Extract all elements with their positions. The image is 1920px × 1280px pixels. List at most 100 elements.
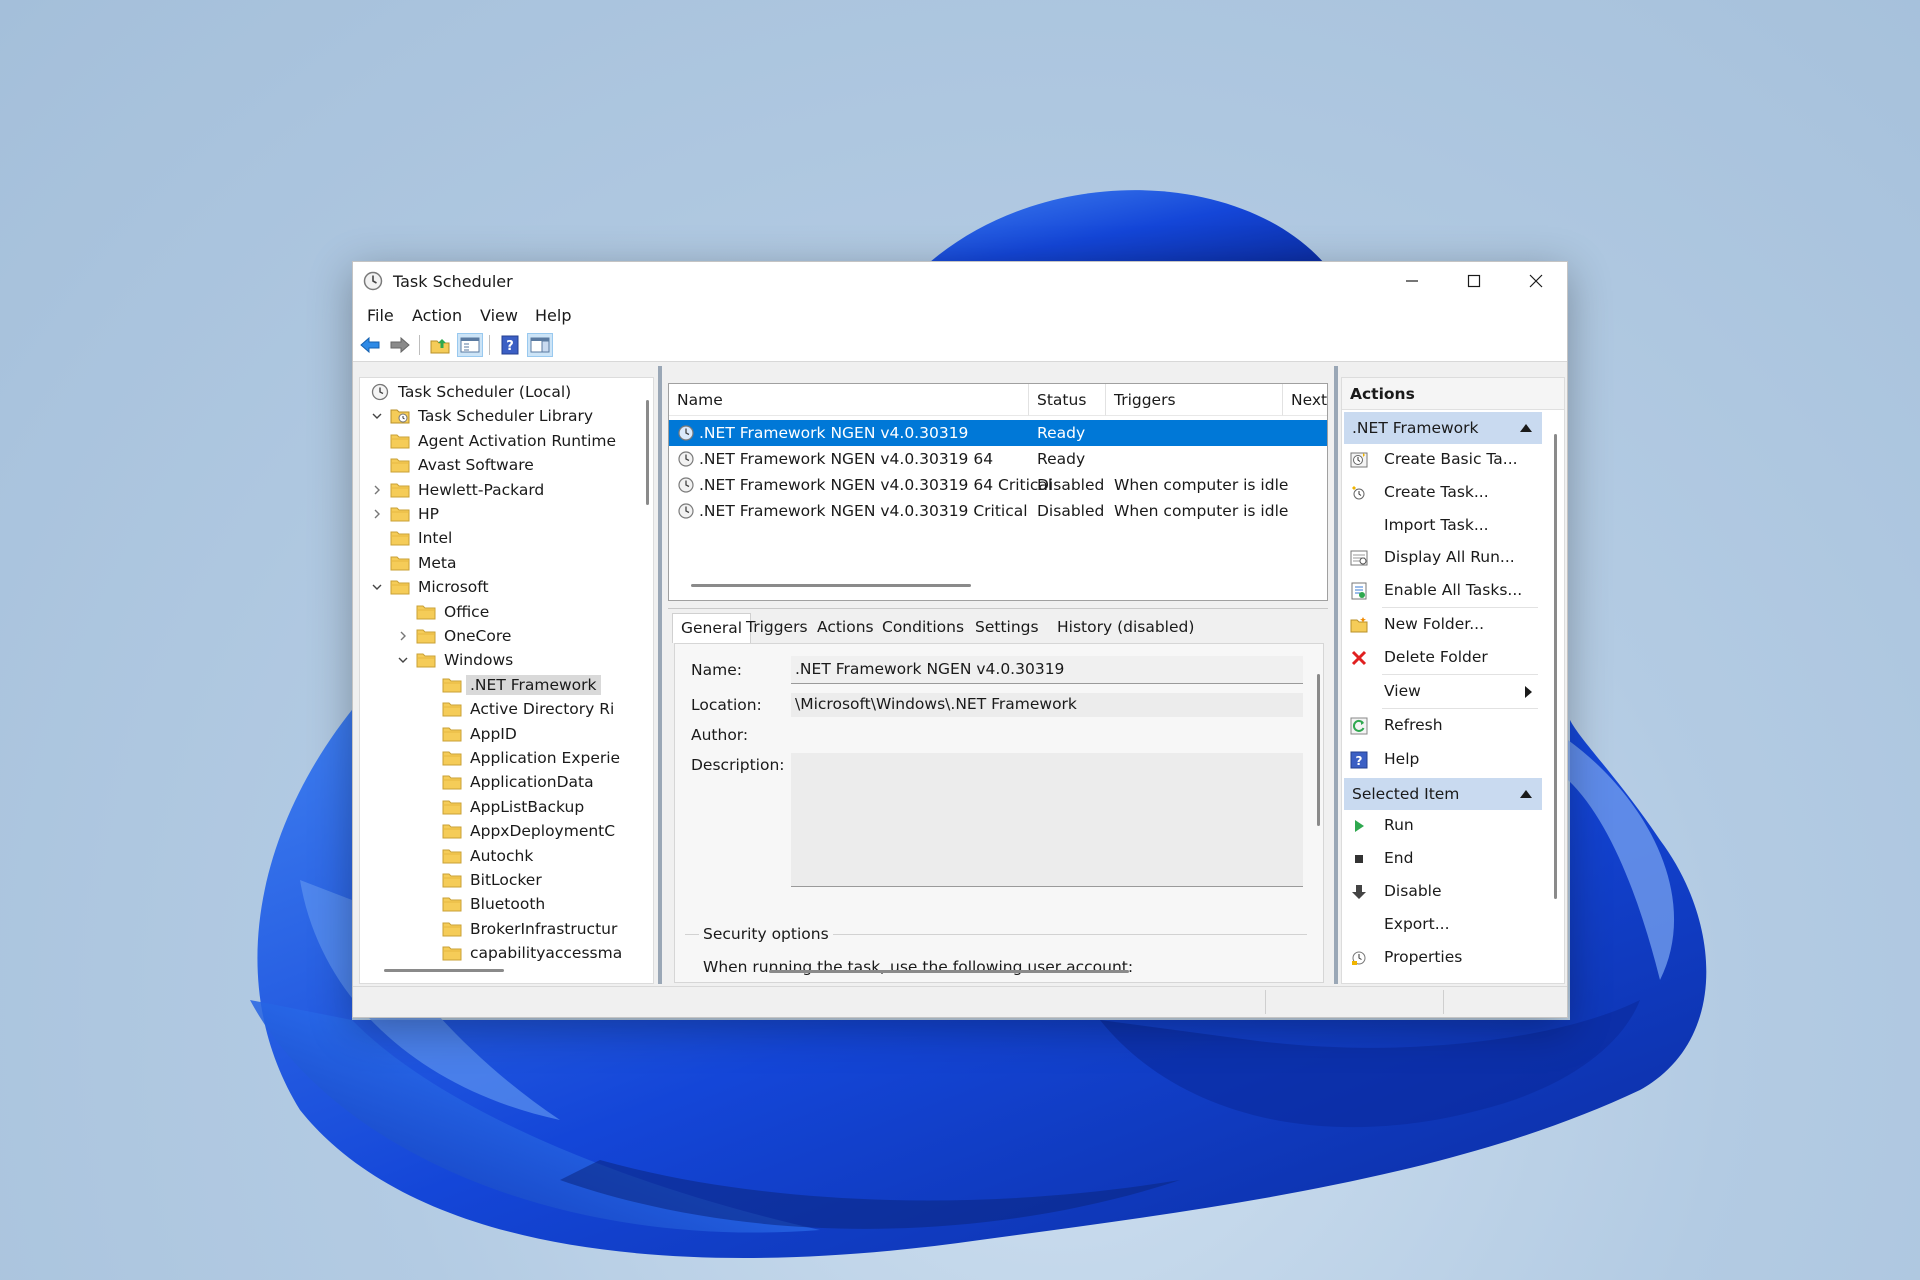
chevron-down-icon[interactable] — [370, 580, 384, 594]
action-refresh[interactable]: Refresh — [1344, 710, 1540, 742]
task-row[interactable]: .NET Framework NGEN v4.0.30319 64 Ready — [669, 446, 1327, 472]
minimize-button[interactable] — [1381, 262, 1443, 300]
column-header-name[interactable]: Name — [669, 384, 1029, 416]
task-clock-icon — [678, 451, 694, 467]
action-run[interactable]: Run — [1344, 810, 1540, 842]
action-export[interactable]: Export... — [1344, 909, 1540, 941]
tree-node[interactable]: Office — [396, 600, 489, 624]
folder-icon — [390, 456, 410, 474]
action-end[interactable]: End — [1344, 843, 1540, 875]
task-name-field[interactable]: .NET Framework NGEN v4.0.30319 — [791, 656, 1303, 684]
action-properties[interactable]: Properties — [1344, 942, 1540, 974]
detail-vertical-scrollbar[interactable] — [1317, 674, 1320, 826]
tab-settings[interactable]: Settings — [967, 613, 1047, 643]
action-disable[interactable]: Disable — [1344, 876, 1540, 908]
column-header-triggers[interactable]: Triggers — [1106, 384, 1283, 416]
column-header-next-run[interactable]: Next — [1283, 384, 1327, 416]
tree-node-label: Windows — [444, 651, 514, 670]
column-header-status[interactable]: Status — [1029, 384, 1106, 416]
chevron-right-icon[interactable] — [370, 483, 384, 497]
action-label: Import Task... — [1384, 516, 1489, 534]
tree-node[interactable]: Application Experie — [422, 746, 620, 770]
show-hide-console-tree-button[interactable] — [457, 333, 483, 357]
action-new-folder[interactable]: New Folder... — [1344, 609, 1540, 641]
chevron-down-icon[interactable] — [370, 409, 384, 423]
section-header-selected-item[interactable]: Selected Item — [1344, 778, 1542, 810]
show-hide-action-pane-button[interactable] — [527, 333, 553, 357]
task-row[interactable]: .NET Framework NGEN v4.0.30319 Critical D… — [669, 498, 1327, 524]
tree-node[interactable]: AppListBackup — [422, 795, 584, 819]
tree-node[interactable]: Task Scheduler (Local) — [370, 380, 571, 404]
close-button[interactable] — [1505, 262, 1567, 300]
tree-vertical-scrollbar[interactable] — [646, 400, 649, 505]
task-list-horizontal-scrollbar[interactable] — [691, 584, 971, 587]
task-name: .NET Framework NGEN v4.0.30319 — [699, 424, 969, 442]
action-help[interactable]: ? Help — [1344, 744, 1540, 776]
tree-node[interactable]: .NET Framework — [422, 673, 601, 697]
tree-node[interactable]: Agent Activation Runtime — [370, 429, 616, 453]
tree-node[interactable]: Bluetooth — [422, 892, 545, 916]
title-bar[interactable]: Task Scheduler — [353, 262, 1567, 300]
folder-icon — [390, 554, 410, 572]
tree-node[interactable]: AppxDeploymentC — [422, 819, 615, 843]
tree-node[interactable]: BrokerInfrastructur — [422, 917, 617, 941]
tree-horizontal-scrollbar[interactable] — [384, 969, 504, 972]
action-label: View — [1384, 682, 1421, 700]
maximize-button[interactable] — [1443, 262, 1505, 300]
tree-node[interactable]: HP — [370, 502, 439, 526]
close-icon — [1529, 274, 1543, 288]
forward-button[interactable] — [387, 333, 413, 357]
tree-node[interactable]: Avast Software — [370, 453, 534, 477]
up-one-level-button[interactable] — [427, 333, 453, 357]
console-tree: Task Scheduler (Local) Task Scheduler Lib… — [359, 377, 654, 984]
folder-icon — [442, 749, 462, 767]
tree-node[interactable]: Active Directory Ri — [422, 697, 614, 721]
chevron-right-icon[interactable] — [396, 629, 410, 643]
tab-conditions[interactable]: Conditions — [874, 613, 972, 643]
chevron-down-icon[interactable] — [396, 653, 410, 667]
actions-vertical-scrollbar[interactable] — [1554, 434, 1557, 899]
menu-help[interactable]: Help — [535, 306, 571, 325]
tab-actions[interactable]: Actions — [809, 613, 882, 643]
action-create-basic-task[interactable]: Create Basic Ta... — [1344, 444, 1540, 476]
action-import-task[interactable]: Import Task... — [1344, 510, 1540, 542]
tree-node-label: Task Scheduler Library — [418, 407, 594, 426]
task-row[interactable]: .NET Framework NGEN v4.0.30319 Ready — [669, 420, 1327, 446]
right-splitter[interactable] — [1334, 366, 1338, 984]
menu-view[interactable]: View — [480, 306, 518, 325]
tab-triggers[interactable]: Triggers — [738, 613, 816, 643]
section-header-net-framework[interactable]: .NET Framework — [1344, 412, 1542, 444]
tree-node[interactable]: BitLocker — [422, 868, 542, 892]
tree-node[interactable]: OneCore — [396, 624, 511, 648]
action-delete-folder[interactable]: Delete Folder — [1344, 642, 1540, 674]
action-display-all-running-tasks[interactable]: Display All Run... — [1344, 542, 1540, 574]
tree-node[interactable]: Autochk — [422, 844, 533, 868]
menu-action[interactable]: Action — [412, 306, 462, 325]
help-button[interactable]: ? — [497, 333, 523, 357]
tree-node[interactable]: Microsoft — [370, 575, 489, 599]
tree-node[interactable]: AppID — [422, 722, 517, 746]
back-button[interactable] — [357, 333, 383, 357]
description-field[interactable] — [791, 753, 1303, 887]
task-row[interactable]: .NET Framework NGEN v4.0.30319 64 Critic… — [669, 472, 1327, 498]
help-icon: ? — [1350, 751, 1368, 769]
tree-node[interactable]: Windows — [396, 648, 513, 672]
tree-node[interactable]: Intel — [370, 526, 452, 550]
menu-file[interactable]: File — [367, 306, 394, 325]
tree-node[interactable]: Hewlett-Packard — [370, 478, 544, 502]
detail-horizontal-scrollbar[interactable] — [769, 970, 1129, 973]
tree-node[interactable]: Meta — [370, 551, 457, 575]
left-splitter[interactable] — [658, 366, 662, 984]
action-enable-all-tasks-history[interactable]: Enable All Tasks... — [1344, 575, 1540, 607]
action-create-task[interactable]: Create Task... — [1344, 477, 1540, 509]
tree-node-label: Agent Activation Runtime — [418, 431, 617, 450]
tree-node[interactable]: Task Scheduler Library — [370, 404, 593, 428]
tree-node-label: AppListBackup — [470, 797, 585, 816]
action-view[interactable]: View — [1344, 676, 1540, 708]
tab-history[interactable]: History (disabled) — [1049, 613, 1202, 643]
actions-pane-title: Actions — [1342, 378, 1564, 410]
chevron-right-icon[interactable] — [370, 507, 384, 521]
tree-node[interactable]: ApplicationData — [422, 770, 594, 794]
tree-node[interactable]: capabilityaccessma — [422, 941, 622, 965]
